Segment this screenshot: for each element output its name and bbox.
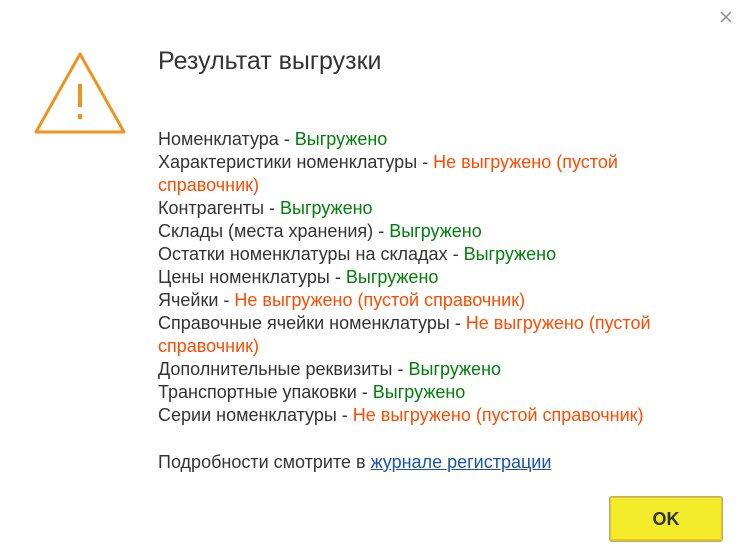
result-item-name: Ячейки — [158, 290, 219, 310]
result-item-name: Остатки номенклатуры на складах — [158, 244, 448, 264]
result-item-name: Цены номенклатуры — [158, 267, 330, 287]
result-item-name: Номенклатура — [158, 129, 279, 149]
status-not-exported: Не выгружено (пустой справочник) — [352, 405, 644, 425]
result-separator: - — [373, 221, 390, 241]
result-separator: - — [329, 267, 346, 287]
details-text: Подробности смотрите в — [158, 452, 371, 472]
ok-button[interactable]: OK — [609, 496, 723, 542]
status-exported: Выгружено — [389, 221, 482, 241]
status-exported: Выгружено — [345, 267, 439, 287]
result-line: Ячейки - Не выгружено (пустой справочник… — [158, 289, 718, 312]
result-item-name: Склады (места хранения) — [158, 221, 374, 241]
status-exported: Выгружено — [294, 129, 388, 149]
result-separator: - — [449, 313, 466, 333]
result-item-name: Дополнительные реквизиты — [158, 359, 393, 379]
dialog-title: Результат выгрузки — [158, 47, 382, 75]
result-line: Справочные ячейки номенклатуры - Не выгр… — [158, 312, 718, 358]
result-separator: - — [218, 290, 235, 310]
status-exported: Выгружено — [372, 382, 466, 402]
results-list: Номенклатура - Выгружено Характеристики н… — [158, 128, 718, 427]
result-line: Характеристики номенклатуры - Не выгруже… — [158, 151, 718, 197]
status-exported: Выгружено — [280, 198, 373, 218]
status-exported: Выгружено — [463, 244, 557, 264]
result-item-name: Транспортные упаковки — [158, 382, 357, 402]
result-separator: - — [447, 244, 464, 264]
result-line: Дополнительные реквизиты - Выгружено — [158, 358, 718, 381]
close-button[interactable] — [713, 4, 739, 30]
result-separator: - — [417, 152, 434, 172]
result-line: Транспортные упаковки - Выгружено — [158, 381, 718, 404]
result-separator: - — [278, 129, 295, 149]
status-not-exported: Не выгружено (пустой справочник) — [234, 290, 526, 310]
result-separator: - — [336, 405, 353, 425]
result-item-name: Характеристики номенклатуры — [158, 152, 418, 172]
result-separator: - — [392, 359, 409, 379]
event-log-link[interactable]: журнале регистрации — [371, 452, 552, 472]
result-item-name: Контрагенты — [158, 198, 265, 218]
warning-triangle-icon — [33, 50, 127, 136]
result-line: Номенклатура - Выгружено — [158, 128, 718, 151]
result-line: Остатки номенклатуры на складах - Выгруж… — [158, 243, 718, 266]
result-line: Склады (места хранения) - Выгружено — [158, 220, 718, 243]
result-line: Серии номенклатуры - Не выгружено (пусто… — [158, 404, 718, 427]
result-separator: - — [264, 198, 281, 218]
status-exported: Выгружено — [408, 359, 502, 379]
result-separator: - — [356, 382, 373, 402]
result-line: Контрагенты - Выгружено — [158, 197, 718, 220]
result-item-name: Серии номенклатуры — [158, 405, 337, 425]
export-result-dialog: Результат выгрузки Номенклатура - Выгруж… — [0, 0, 745, 555]
close-icon — [720, 11, 732, 23]
result-item-name: Справочные ячейки номенклатуры — [158, 313, 450, 333]
details-line: Подробности смотрите в журнале регистрац… — [158, 451, 551, 474]
result-line: Цены номенклатуры - Выгружено — [158, 266, 718, 289]
